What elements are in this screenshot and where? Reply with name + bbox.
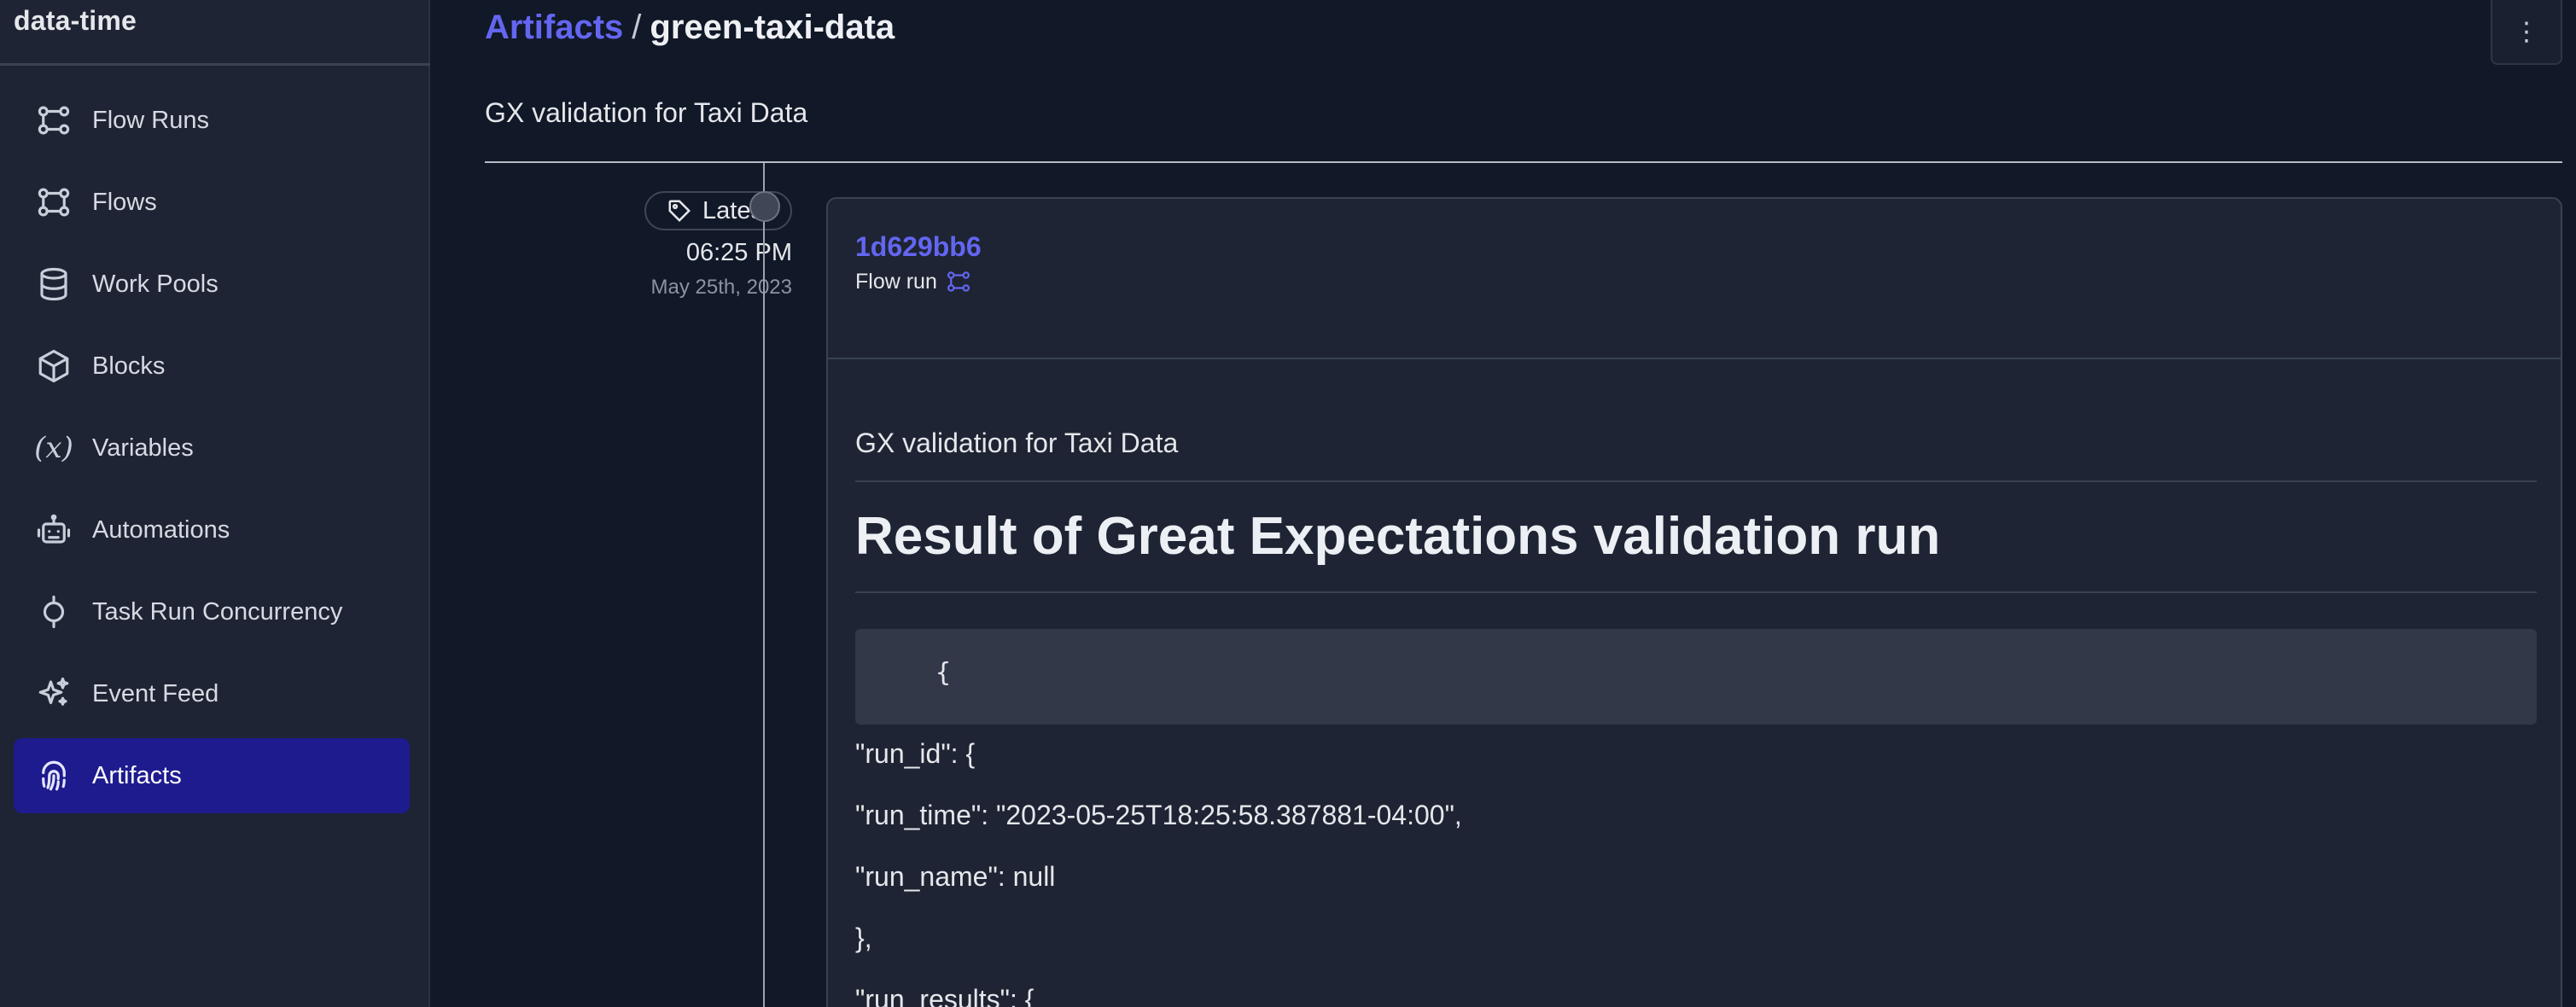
robot-icon: [34, 510, 73, 550]
json-line: },: [855, 923, 872, 953]
artifact-description: GX validation for Taxi Data: [485, 97, 808, 128]
markdown-heading: Result of Great Expectations validation …: [855, 507, 1941, 566]
timeline-line: [763, 163, 765, 1007]
code-text: {: [935, 658, 952, 688]
sidebar-nav: Flow Runs Flows Work Pools Blocks (x) Va…: [14, 83, 410, 820]
artifact-card-header: 1d629bb6 Flow run: [828, 199, 2561, 359]
sidebar-divider: [0, 63, 430, 66]
sidebar-item-label: Flow Runs: [92, 106, 209, 134]
sidebar-item-flows[interactable]: Flows: [14, 165, 410, 240]
sidebar-item-label: Task Run Concurrency: [92, 597, 343, 626]
timeline-meta: Latest 06:25 PM May 25th, 2023: [485, 191, 792, 300]
more-menu-button[interactable]: ⋮: [2491, 0, 2562, 65]
json-line: "run_name": null: [855, 861, 1056, 892]
sidebar-item-flow-runs[interactable]: Flow Runs: [14, 83, 410, 158]
timeline-dot: [749, 191, 780, 222]
sidebar-item-variables[interactable]: (x) Variables: [14, 410, 410, 486]
sidebar-item-label: Event Feed: [92, 679, 219, 707]
markdown-code-block: {: [855, 629, 2537, 725]
workspace-name[interactable]: data-time: [14, 5, 137, 37]
run-type-label: Flow run: [855, 269, 971, 294]
timeline-date: May 25th, 2023: [650, 276, 792, 299]
sidebar-item-artifacts[interactable]: Artifacts: [14, 738, 410, 813]
sidebar-item-task-run-concurrency[interactable]: Task Run Concurrency: [14, 574, 410, 649]
sidebar-item-event-feed[interactable]: Event Feed: [14, 656, 410, 731]
json-line: "run_time": "2023-05-25T18:25:58.387881-…: [855, 800, 1462, 830]
sidebar-item-label: Flows: [92, 188, 157, 216]
sidebar-item-work-pools[interactable]: Work Pools: [14, 247, 410, 322]
sidebar-item-label: Blocks: [92, 352, 166, 380]
sidebar-item-label: Automations: [92, 515, 230, 544]
app-root: data-time Flow Runs Flows Work Pools Blo…: [0, 0, 2576, 1007]
markdown-rule: [855, 591, 2537, 593]
flows-icon: [34, 183, 73, 222]
flow-run-icon: [947, 271, 970, 292]
sparkles-icon: [34, 674, 73, 713]
sidebar-item-automations[interactable]: Automations: [14, 492, 410, 568]
breadcrumb: Artifacts / green-taxi-data: [485, 9, 895, 47]
sidebar-item-label: Artifacts: [92, 761, 182, 789]
database-icon: [34, 265, 73, 304]
json-line: "run_id": {: [855, 738, 976, 769]
tag-icon: [668, 200, 691, 223]
header-divider: [485, 161, 2562, 163]
kebab-menu-icon: ⋮: [2514, 17, 2539, 46]
json-line: "run_results": {: [855, 984, 1034, 1007]
concurrency-icon: [34, 592, 73, 632]
breadcrumb-separator: /: [632, 9, 642, 46]
markdown-rule: [855, 480, 2537, 482]
flow-runs-icon: [34, 101, 73, 140]
sidebar-item-blocks[interactable]: Blocks: [14, 329, 410, 404]
sidebar-item-label: Variables: [92, 434, 194, 462]
sidebar: data-time Flow Runs Flows Work Pools Blo…: [0, 0, 430, 1007]
cube-icon: [34, 346, 73, 386]
artifact-card: 1d629bb6 Flow run GX validation for Taxi…: [826, 197, 2562, 1007]
main-content: Artifacts / green-taxi-data ⋮ GX validatio…: [432, 0, 2576, 1007]
fingerprint-icon: [34, 756, 73, 795]
flow-run-link[interactable]: 1d629bb6: [855, 231, 982, 263]
timeline-time: 06:25 PM: [685, 239, 792, 266]
sidebar-item-label: Work Pools: [92, 270, 219, 298]
variable-icon: (x): [34, 431, 73, 465]
run-type-text: Flow run: [855, 269, 937, 294]
markdown-intro: GX validation for Taxi Data: [855, 428, 1179, 458]
breadcrumb-artifacts-link[interactable]: Artifacts: [485, 9, 623, 46]
page-title: green-taxi-data: [650, 9, 895, 46]
